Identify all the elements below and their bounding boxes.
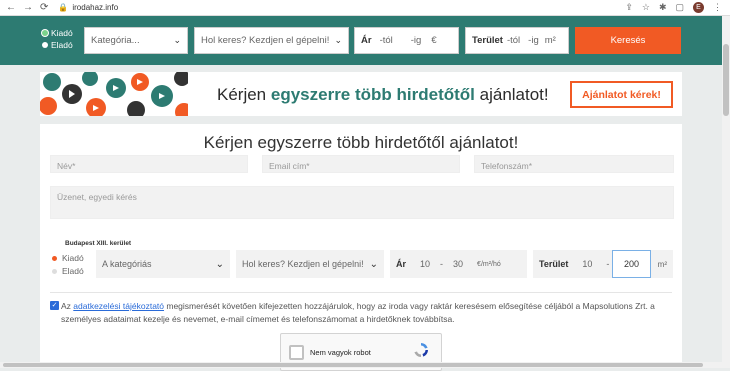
extensions-icon[interactable]: ✱ [659,2,667,13]
form-listing-type-radios: Kiadó Eladó [52,252,84,278]
top-search-bar: Kiadó Eladó Kategória... ⌄ Hol keres? Kez… [0,16,722,65]
consent-checkbox[interactable]: ✓ [50,301,59,310]
search-button[interactable]: Keresés [575,27,681,54]
radio-selected-icon [52,256,57,261]
privacy-policy-link[interactable]: adatkezelési tájékoztató [73,301,164,311]
listing-type-radios: Kiadó Eladó [42,27,73,51]
browser-toolbar: ← → ⟳ 🔒 irodahaz.info ⇪ ☆ ✱ ▢ E ⋮ [0,0,730,16]
radio-selected-icon [42,30,48,36]
consent-text: ✓ Az adatkezelési tájékoztató megismerés… [50,301,655,324]
price-from-input[interactable]: -tól [380,35,393,46]
chevron-down-icon: ⌄ [334,35,342,45]
form-area-from[interactable]: 10 [582,259,592,269]
form-price-to[interactable]: 30 [453,259,463,269]
area-to-input[interactable]: -ig [528,35,539,46]
address-bar[interactable]: irodahaz.info [72,3,118,12]
area-range: Terület -tól -ig m² [465,27,569,54]
lock-icon[interactable]: 🔒 [58,3,68,12]
forward-icon[interactable]: → [23,2,33,13]
chevron-down-icon: ⌄ [369,258,378,270]
form-area-range: Terület 10 - m² [533,250,673,278]
radio-rent[interactable]: Kiadó [42,27,73,39]
form-price-from[interactable]: 10 [420,259,430,269]
price-to-input[interactable]: -ig [411,35,422,46]
captcha-label: Nem vagyok robot [310,348,371,357]
star-icon[interactable]: ☆ [642,2,650,13]
profile-avatar[interactable]: E [693,2,704,13]
category-select[interactable]: Kategória... ⌄ [84,27,188,54]
request-offer-button[interactable]: Ajánlatot kérek! [570,81,673,108]
chevron-down-icon: ⌄ [173,35,181,45]
recaptcha-icon [414,343,428,357]
captcha-checkbox[interactable] [289,345,304,360]
radio-unselected-icon [52,269,57,274]
area-from-input[interactable]: -tól [507,35,520,46]
banner-headline: Kérjen egyszerre több hirdetőtől ajánlat… [217,85,549,104]
form-area-to-input[interactable]: 200 [612,250,651,278]
radio-sale[interactable]: Eladó [42,39,73,51]
share-icon[interactable]: ⇪ [625,2,633,13]
vertical-scrollbar[interactable] [722,16,730,368]
form-title: Kérjen egyszerre több hirdetőtől ajánlat… [203,133,519,152]
horizontal-scrollbar[interactable] [0,362,722,368]
form-price-range: Ár 10 - 30 €/m²/hó [390,250,527,278]
reload-icon[interactable]: ⟳ [40,2,48,13]
sidebar-icon[interactable]: ▢ [675,2,684,13]
form-radio-rent[interactable]: Kiadó [52,252,84,265]
chevron-down-icon: ⌄ [215,258,224,270]
banner-illustration [40,72,188,116]
email-input[interactable]: Email cím* [262,155,460,173]
offer-request-form: Kérjen egyszerre több hirdetőtől ajánlat… [40,124,682,371]
form-category-select[interactable]: A kategóriás ⌄ [96,250,230,278]
form-location-input[interactable]: Hol keres? Kezdjen el gépelni! ⌄ [236,250,384,278]
offer-banner: Kérjen egyszerre több hirdetőtől ajánlat… [40,72,682,116]
price-range: Ár -tól -ig € [354,27,459,54]
location-label: Budapest XIII. kerület [65,240,132,247]
radio-unselected-icon [42,42,48,48]
menu-icon[interactable]: ⋮ [713,2,722,13]
message-textarea[interactable]: Üzenet, egyedi kérés [50,186,674,219]
scrollbar-thumb[interactable] [3,363,703,367]
back-icon[interactable]: ← [6,2,16,13]
form-radio-sale[interactable]: Eladó [52,265,84,278]
location-search-input[interactable]: Hol keres? Kezdjen el gépelni! ⌄ [194,27,349,54]
scrollbar-thumb[interactable] [723,44,729,116]
divider [50,292,672,293]
name-input[interactable]: Név* [50,155,248,173]
phone-input[interactable]: Telefonszám* [474,155,674,173]
